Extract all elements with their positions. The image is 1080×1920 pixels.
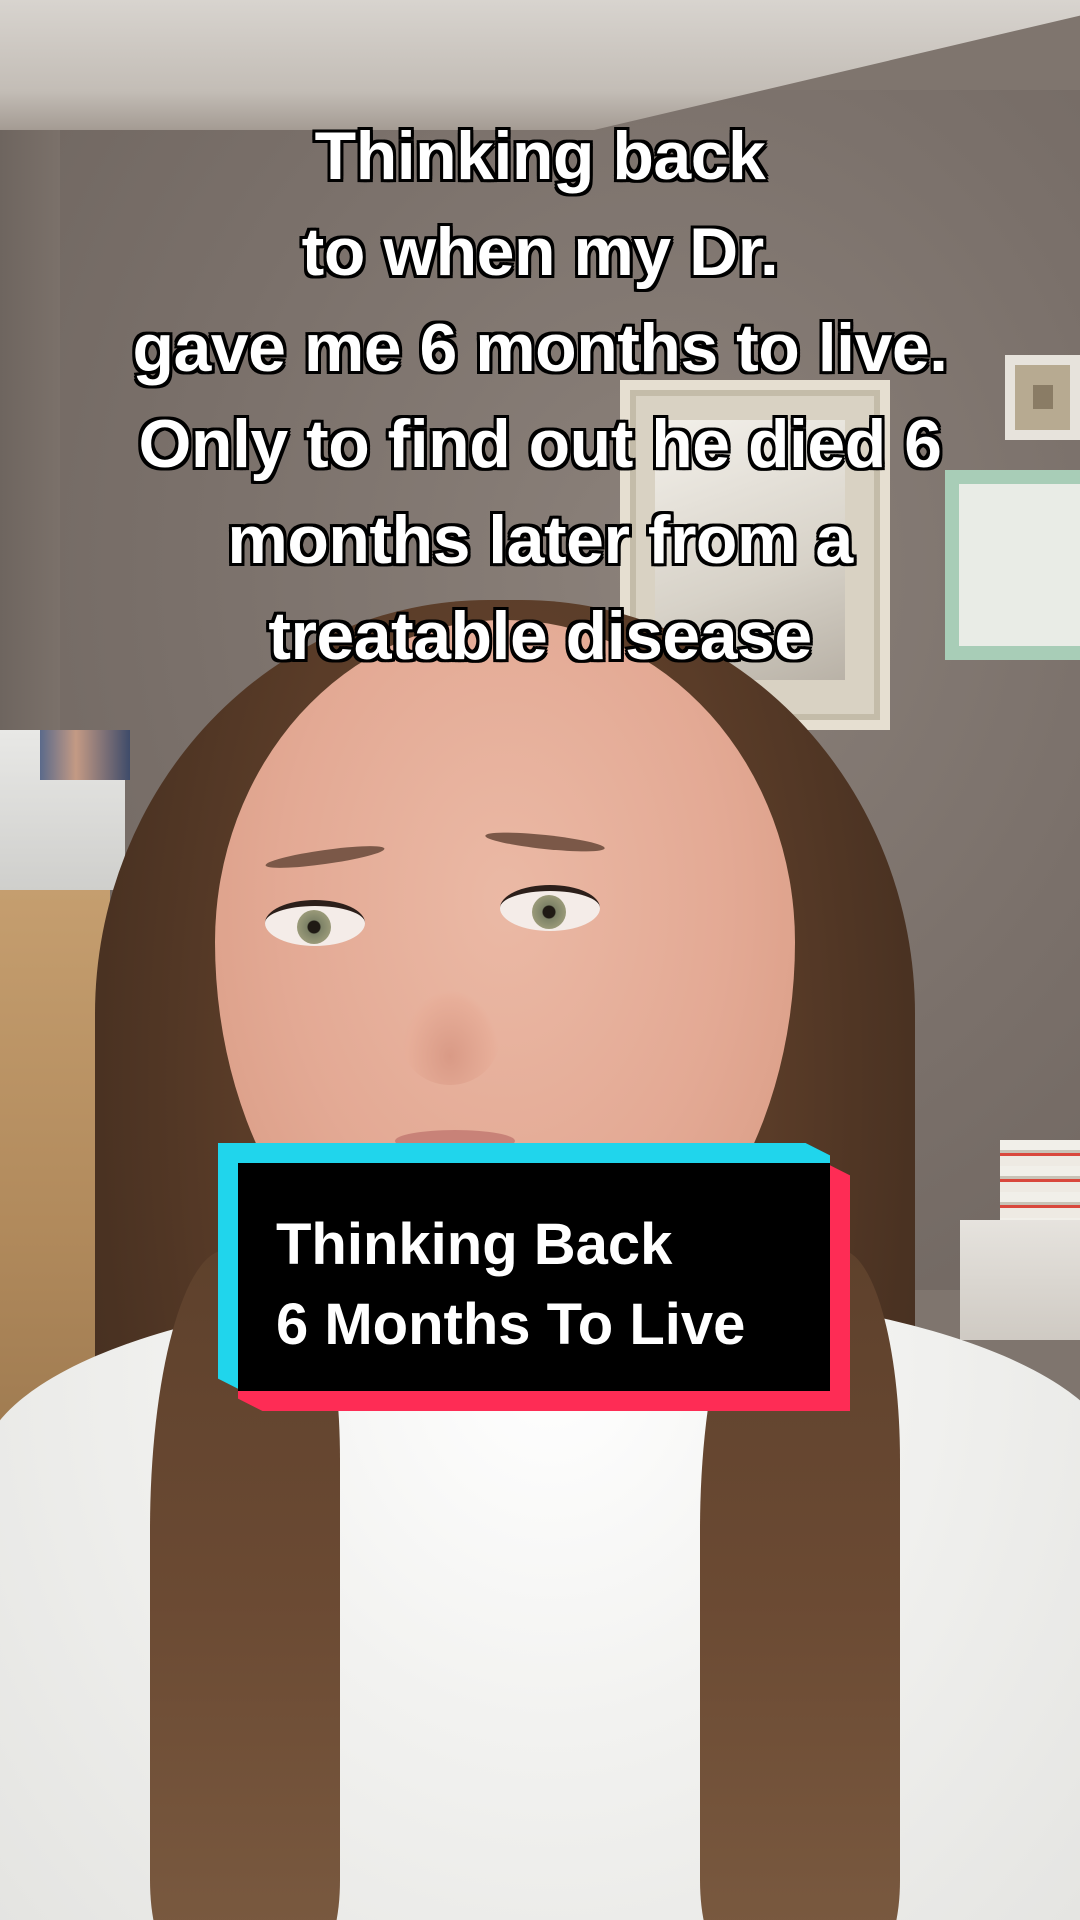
left-eye (265, 900, 365, 946)
caption-line-1: Thinking back (314, 117, 767, 195)
right-eye (500, 885, 600, 931)
title-card-line-2: 6 Months To Live (276, 1292, 746, 1357)
stack-of-books (1000, 1140, 1080, 1230)
caption-line-6: treatable disease (267, 597, 813, 675)
title-card: Thinking Back 6 Months To Live (218, 1143, 850, 1411)
title-card-line-1: Thinking Back (276, 1212, 673, 1277)
video-caption: Thinking back to when my Dr. gave me 6 m… (40, 108, 1040, 684)
caption-line-4: Only to find out he died 6 (138, 405, 943, 483)
title-card-text: Thinking Back 6 Months To Live (276, 1205, 745, 1365)
caption-line-3: gave me 6 months to live. (131, 309, 949, 387)
caption-line-5: months later from a (226, 501, 854, 579)
desk (960, 1220, 1080, 1340)
nose (400, 990, 500, 1085)
photo-on-shelf (40, 730, 130, 780)
caption-line-2: to when my Dr. (301, 213, 780, 291)
